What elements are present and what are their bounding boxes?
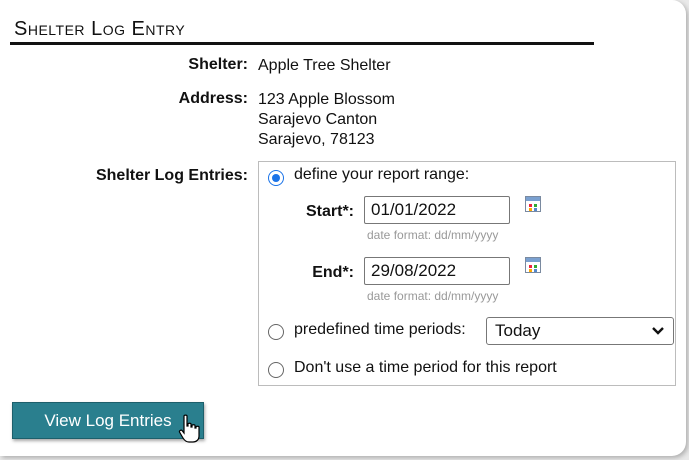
- hand-cursor-icon: [178, 414, 200, 443]
- log-entry-panel: Shelter Log Entry Shelter: Apple Tree Sh…: [0, 0, 686, 456]
- radio-no-period[interactable]: [268, 362, 284, 378]
- start-label: Start*:: [305, 203, 354, 220]
- start-date-hint: date format: dd/mm/yyyy: [367, 228, 499, 242]
- end-date-input[interactable]: [364, 257, 510, 285]
- title-divider: [10, 42, 594, 45]
- address-line-2: Sarajevo Canton: [258, 111, 378, 128]
- end-calendar-icon[interactable]: [525, 257, 541, 273]
- predefined-period-select[interactable]: Today: [486, 317, 674, 345]
- radio-predefined-periods[interactable]: [268, 324, 284, 340]
- address-line-3: Sarajevo, 78123: [258, 131, 375, 148]
- predefined-selected-value: Today: [495, 321, 541, 340]
- log-entries-label: Shelter Log Entries:: [95, 167, 248, 184]
- chevron-down-icon: [652, 327, 664, 335]
- option-predefined-label: predefined time periods:: [294, 321, 466, 338]
- shelter-label: Shelter:: [188, 56, 248, 73]
- end-date-hint: date format: dd/mm/yyyy: [367, 289, 499, 303]
- view-log-entries-button[interactable]: View Log Entries: [12, 402, 204, 439]
- address-label: Address:: [178, 90, 248, 107]
- panel-title: Shelter Log Entry: [14, 18, 186, 40]
- start-calendar-icon[interactable]: [525, 196, 541, 212]
- address-line-1: 123 Apple Blossom: [258, 91, 395, 108]
- option-define-range-label: define your report range:: [294, 166, 470, 183]
- radio-define-range[interactable]: [268, 170, 284, 186]
- end-label: End*:: [312, 264, 354, 281]
- shelter-value: Apple Tree Shelter: [258, 57, 391, 74]
- option-no-period-label: Don't use a time period for this report: [294, 359, 557, 376]
- start-date-input[interactable]: [364, 196, 510, 224]
